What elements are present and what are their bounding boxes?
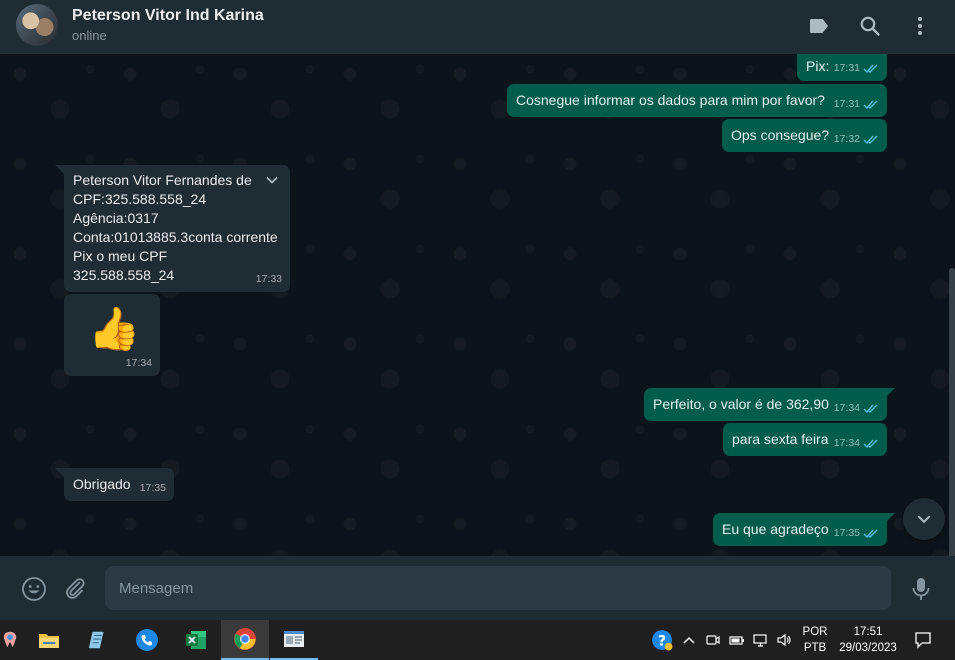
- message-bubble[interactable]: Obrigado 17:35: [64, 468, 174, 501]
- phone-app-icon: [136, 629, 158, 651]
- message-text: Eu que agradeço: [722, 521, 829, 537]
- file-explorer-icon: [39, 634, 59, 648]
- taskbar-app[interactable]: [123, 620, 171, 660]
- message-meta: 17:34: [126, 354, 152, 373]
- double-check-icon: [863, 100, 878, 110]
- double-check-icon: [863, 64, 878, 74]
- message-input[interactable]: [105, 566, 891, 610]
- message-meta: 17:33: [256, 270, 282, 289]
- message-bubble[interactable]: 👍 17:34: [64, 294, 160, 376]
- message-bubble[interactable]: para sexta feira 17:34: [723, 423, 887, 456]
- help-icon[interactable]: ?: [651, 629, 673, 651]
- notifications-icon[interactable]: [914, 631, 932, 649]
- message-meta: 17:34: [834, 399, 879, 418]
- language-code: POR: [802, 626, 828, 638]
- message-text: para sexta feira: [732, 431, 829, 447]
- message-bubble[interactable]: Pix: 17:31: [797, 54, 887, 81]
- message-meta: 17:35: [140, 479, 166, 498]
- message-line: 325.588.558_24: [73, 267, 175, 283]
- app-icon: [3, 631, 17, 648]
- bubble-tail: [55, 468, 64, 477]
- network-icon[interactable]: [753, 632, 769, 648]
- scroll-to-bottom-button[interactable]: [903, 498, 945, 540]
- message-meta: 17:31: [834, 59, 879, 78]
- chat-header[interactable]: Peterson Vitor Ind Karina online: [0, 0, 955, 54]
- message-time: 17:35: [833, 527, 860, 539]
- chat-scrollbar[interactable]: [949, 268, 955, 556]
- taskbar-app[interactable]: [270, 620, 318, 660]
- message-time: 17:31: [833, 62, 860, 74]
- message-composer: [0, 556, 955, 620]
- double-check-icon: [863, 439, 878, 449]
- chevron-down-icon[interactable]: [264, 172, 280, 188]
- double-check-icon: [863, 404, 878, 414]
- keyboard-layout: PTB: [803, 642, 827, 654]
- language-indicator[interactable]: POR PTB: [800, 624, 830, 656]
- windows-taskbar: ? POR PTB 17:51 29/03/2023: [0, 620, 955, 660]
- emoji-icon[interactable]: [21, 576, 47, 602]
- message-meta: 17:35: [834, 524, 879, 543]
- double-check-icon: [863, 529, 878, 539]
- battery-icon[interactable]: [729, 632, 745, 648]
- message-line: Agência:0317: [73, 210, 159, 226]
- message-meta: 17:31: [834, 95, 879, 114]
- thumbs-up-emoji: 👍: [88, 305, 141, 352]
- taskbar-app-active[interactable]: [221, 620, 269, 660]
- clock-time: 17:51: [853, 626, 883, 638]
- meet-now-icon[interactable]: [705, 632, 721, 648]
- contact-avatar[interactable]: [16, 4, 58, 46]
- bubble-tail: [886, 513, 895, 522]
- message-time: 17:31: [833, 98, 860, 110]
- chevron-up-icon[interactable]: [681, 632, 697, 648]
- message-meta: 17:34: [834, 434, 879, 453]
- chevron-down-icon: [917, 515, 931, 524]
- contact-status: online: [72, 28, 107, 43]
- double-check-icon: [863, 135, 878, 145]
- message-bubble[interactable]: Cosnegue informar os dados para mim por …: [507, 84, 887, 117]
- message-text: Obrigado: [73, 476, 131, 492]
- message-line: CPF:325.588.558_24: [73, 191, 207, 207]
- taskbar-app[interactable]: [25, 620, 73, 660]
- message-line: Peterson Vitor Fernandes de: [73, 172, 252, 188]
- message-time: 17:34: [833, 402, 860, 414]
- chrome-icon: [234, 628, 256, 650]
- taskbar-app[interactable]: [172, 620, 220, 660]
- label-icon[interactable]: [807, 14, 831, 38]
- message-text: Ops consegue?: [731, 127, 830, 143]
- message-text: Pix:: [806, 58, 830, 74]
- mic-icon[interactable]: [909, 576, 933, 602]
- message-bubble[interactable]: Perfeito, o valor é de 362,90 17:34: [644, 388, 887, 421]
- menu-icon[interactable]: [908, 14, 932, 38]
- volume-icon[interactable]: [776, 632, 792, 648]
- message-time: 17:34: [125, 357, 152, 369]
- search-icon[interactable]: [858, 14, 882, 38]
- excel-icon: [186, 631, 206, 649]
- clock[interactable]: 17:51 29/03/2023: [834, 624, 902, 656]
- message-bubble[interactable]: Ops consegue? 17:32: [722, 119, 887, 152]
- message-time: 17:34: [833, 437, 860, 449]
- message-time: 17:33: [255, 273, 282, 285]
- message-meta: 17:32: [834, 130, 879, 149]
- contact-name[interactable]: Peterson Vitor Ind Karina: [72, 7, 264, 25]
- message-text: Perfeito, o valor é de 362,90: [653, 396, 829, 412]
- message-text: Cosnegue informar os dados para mim por …: [516, 92, 825, 108]
- bubble-tail: [55, 165, 64, 174]
- message-time: 17:32: [833, 133, 860, 145]
- message-time: 17:35: [139, 482, 166, 494]
- message-bubble[interactable]: Peterson Vitor Fernandes de CPF:325.588.…: [64, 165, 290, 292]
- message-line: Conta:01013885.3conta corrente: [73, 229, 278, 245]
- clock-date: 29/03/2023: [839, 642, 897, 654]
- attach-icon[interactable]: [63, 576, 87, 600]
- message-bubble[interactable]: Eu que agradeço 17:35: [713, 513, 887, 546]
- bubble-tail: [886, 388, 895, 397]
- notepad-icon: [88, 631, 104, 649]
- taskbar-app[interactable]: [74, 620, 122, 660]
- whatsapp-window-icon: [284, 631, 304, 647]
- message-line: Pix o meu CPF: [73, 248, 168, 264]
- message-list[interactable]: Pix: 17:31 Cosnegue informar os dados pa…: [0, 54, 955, 556]
